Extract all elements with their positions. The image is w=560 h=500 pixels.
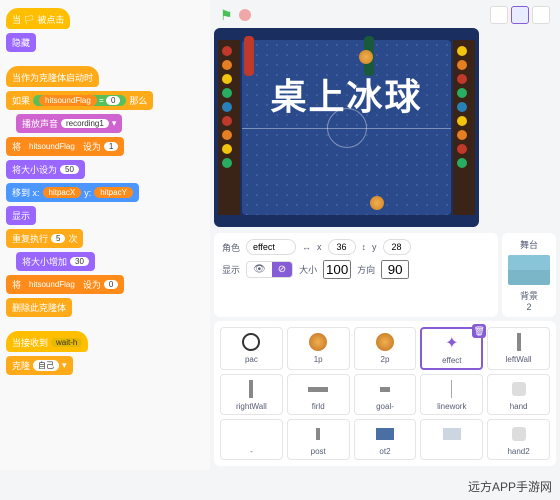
sprite-1p[interactable]: 1p	[287, 327, 350, 370]
puck-2	[370, 196, 384, 210]
sprite-2p[interactable]: 2p	[354, 327, 417, 370]
stage-panel[interactable]: 舞台 背景 2	[502, 233, 556, 317]
stage-toolbar: ⚑	[214, 4, 556, 26]
green-flag-icon[interactable]: ⚑	[220, 7, 233, 24]
block-when-clone[interactable]: 当作为克隆体启动时	[6, 66, 99, 87]
block-set-size[interactable]: 将大小设为 50	[6, 160, 85, 179]
sprite-goal[interactable]: goal-	[354, 374, 417, 415]
block-when-receive[interactable]: 当接收到 wait-h	[6, 331, 88, 352]
sprite-grid: pac 1p 2p 🗑✦effect leftWall rightWall fi…	[214, 321, 556, 466]
block-hide[interactable]: 隐藏	[6, 33, 36, 52]
block-if[interactable]: 如果 hitsoundFlag = 0 那么	[6, 91, 153, 110]
block-set-var-2[interactable]: 将 hitsoundFlag 设为 0	[6, 275, 124, 294]
backdrop-label: 背景	[507, 289, 551, 302]
block-repeat[interactable]: 重复执行 5 次	[6, 229, 83, 248]
show-button[interactable]: 👁	[247, 262, 272, 277]
block-show[interactable]: 显示	[6, 206, 36, 225]
size-input[interactable]	[323, 260, 351, 279]
block-play-sound[interactable]: 播放声音 recording1 ▾	[16, 114, 122, 133]
sprite-rightwall[interactable]: rightWall	[220, 374, 283, 415]
puck	[359, 50, 373, 64]
view-small-button[interactable]	[490, 6, 508, 24]
sprite-leftwall[interactable]: leftWall	[487, 327, 550, 370]
sprite-blank[interactable]	[420, 419, 483, 460]
stage-thumbnail[interactable]	[508, 255, 550, 285]
sprite-post[interactable]: post	[287, 419, 350, 460]
dir-label: 方向	[357, 263, 375, 276]
x-input[interactable]	[328, 239, 356, 255]
script-area[interactable]: 当 🏳 被点击 隐藏 当作为克隆体启动时 如果 hitsoundFlag = 0…	[0, 0, 210, 470]
stage-title: 桌上冰球	[214, 68, 479, 120]
sprite-pac[interactable]: pac	[220, 327, 283, 370]
block-clone[interactable]: 克隆 自己 ▾	[6, 356, 73, 375]
watermark: 远方APP手游网	[468, 478, 552, 495]
show-label: 显示	[222, 263, 240, 276]
stage-panel-title: 舞台	[507, 238, 551, 251]
sprite-hand2[interactable]: hand2	[487, 419, 550, 460]
block-when-flag[interactable]: 当 🏳 被点击	[6, 8, 70, 29]
view-large-button[interactable]	[511, 6, 529, 24]
block-goto[interactable]: 移到 x: hitpacX y: hitpacY	[6, 183, 139, 202]
sprite-label: 角色	[222, 241, 240, 254]
size-label: 大小	[299, 263, 317, 276]
sprite-ot2[interactable]: ot2	[354, 419, 417, 460]
sprite-linework[interactable]: linework	[420, 374, 483, 415]
game-table	[242, 40, 451, 215]
y-icon: ↕	[362, 242, 367, 252]
delete-sprite-icon[interactable]: 🗑	[472, 324, 486, 338]
operator-equals[interactable]: hitsoundFlag = 0	[33, 95, 126, 106]
sprite-inspector: 角色 ↔ x ↕ y 显示 👁 ⊘ 大小	[214, 233, 498, 317]
var-hitsound[interactable]: hitsoundFlag	[39, 95, 97, 106]
block-set-var[interactable]: 将 hitsoundFlag 设为 1	[6, 137, 124, 156]
hide-button[interactable]: ⊘	[272, 262, 292, 277]
stop-icon[interactable]	[239, 9, 251, 21]
sprite-name-input[interactable]	[246, 239, 296, 255]
sprite-effect[interactable]: 🗑✦effect	[420, 327, 483, 370]
y-input[interactable]	[383, 239, 411, 255]
x-icon: ↔	[302, 242, 311, 252]
sprite-firld[interactable]: firld	[287, 374, 350, 415]
block-delete-clone[interactable]: 删除此克隆体	[6, 298, 72, 317]
stage[interactable]: 桌上冰球	[214, 28, 479, 227]
backdrop-count: 2	[507, 302, 551, 312]
view-full-button[interactable]	[532, 6, 550, 24]
dir-input[interactable]	[381, 260, 409, 279]
sprite-dash[interactable]: -	[220, 419, 283, 460]
sprite-hand[interactable]: hand	[487, 374, 550, 415]
block-change-size[interactable]: 将大小增加 30	[16, 252, 95, 271]
